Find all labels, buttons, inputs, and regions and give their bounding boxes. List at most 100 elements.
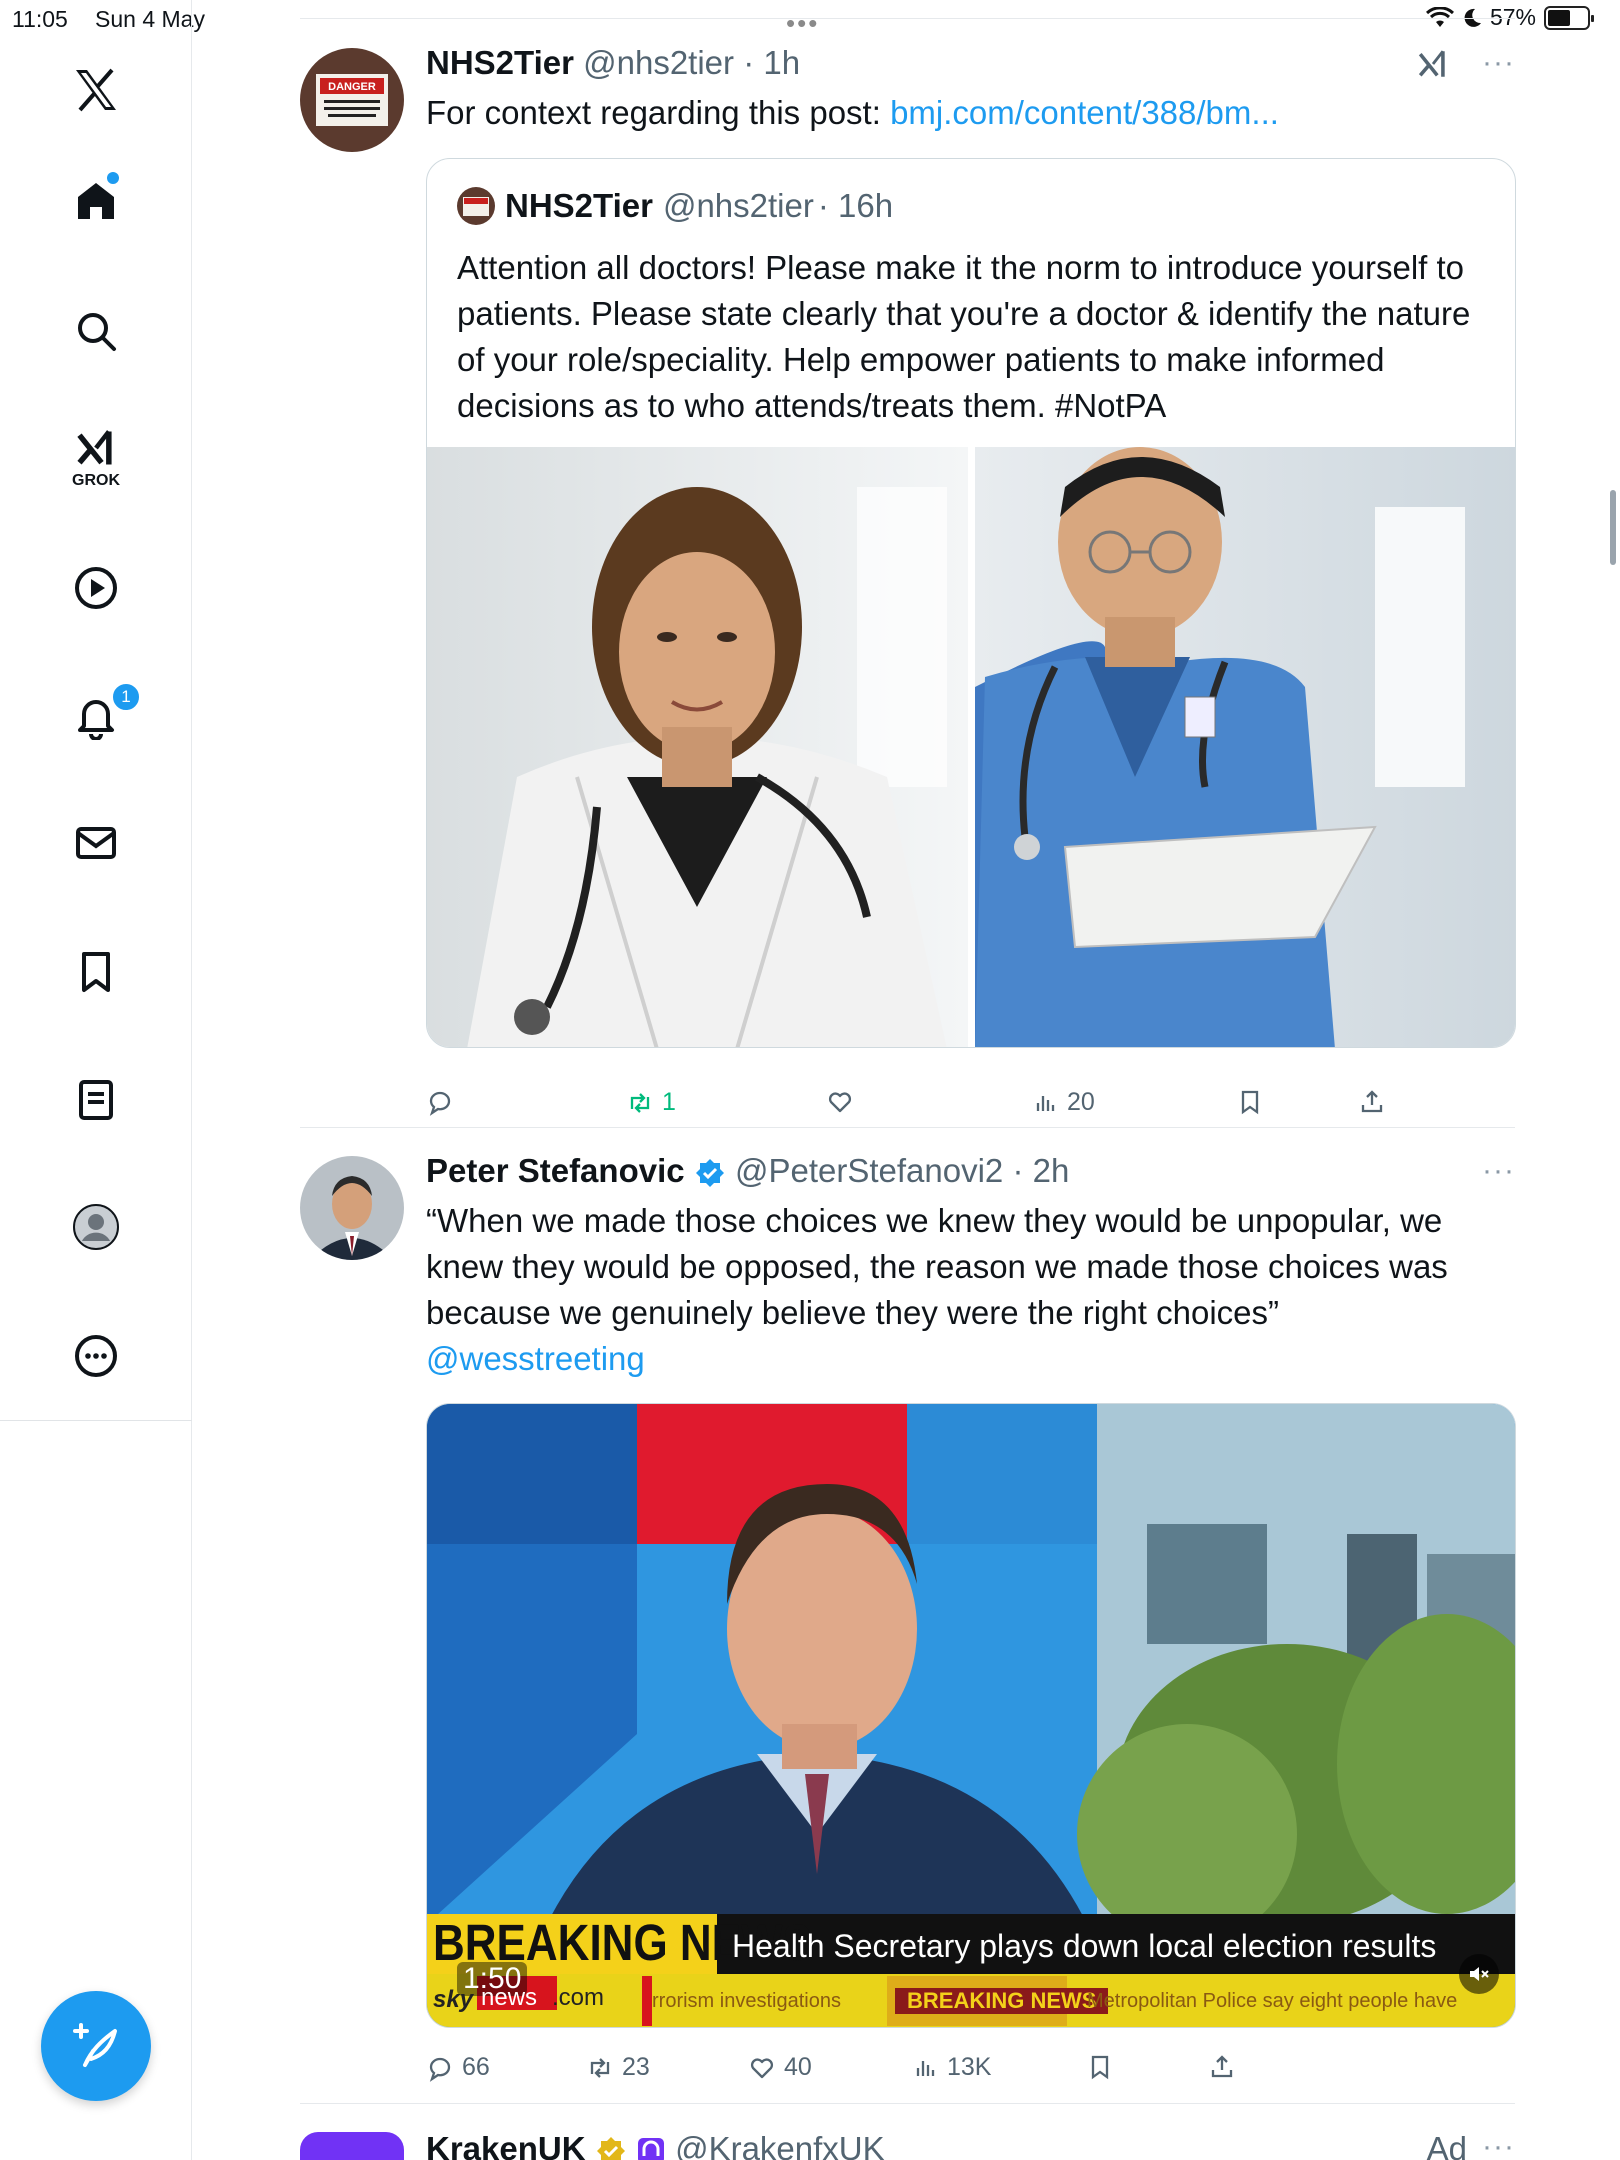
views-icon (1036, 1095, 1055, 1111)
mute-icon (1470, 1967, 1489, 1981)
doctor-female-image (427, 447, 968, 1047)
mute-button[interactable] (1459, 1954, 1499, 1994)
reply-icon (429, 2057, 451, 2082)
sidebar-item-profile[interactable] (50, 1181, 142, 1273)
tweet-nhs2tier[interactable]: DANGER NHS2Tier @nhs2tier · 1h ··· For c… (300, 40, 1516, 1130)
quoted-tweet[interactable]: NHS2Tier @nhs2tier · 16h Attention all d… (426, 158, 1516, 1048)
tweet-time[interactable]: · 1h (743, 44, 800, 81)
list-icon (79, 1080, 113, 1120)
sidebar-item-grok[interactable]: GROK (50, 412, 142, 504)
sidebar-item-more[interactable] (50, 1310, 142, 1402)
tweet-divider (300, 1127, 1515, 1128)
profile-icon (73, 1204, 119, 1250)
share-button[interactable] (1208, 2053, 1236, 2081)
quote-time: · 16h (817, 187, 894, 224)
repost-icon (590, 2057, 610, 2078)
more-options-icon[interactable]: ··· (1482, 1154, 1515, 1188)
quote-avatar (457, 187, 495, 225)
more-options-icon[interactable]: ··· (1482, 2130, 1515, 2160)
author-handle[interactable]: @KrakenfxUK (675, 2130, 885, 2160)
tweet-link[interactable]: bmj.com/content/388/bm... (890, 94, 1279, 131)
tweet-text-body: “When we made those choices we knew they… (426, 1202, 1448, 1331)
like-button[interactable] (826, 1088, 862, 1116)
mention-link[interactable]: @wesstreeting (426, 1340, 645, 1377)
avatar[interactable] (300, 1156, 404, 1260)
like-button[interactable]: 40 (748, 2053, 812, 2082)
kraken-avatar[interactable] (300, 2132, 404, 2160)
kraken-affiliate-icon (637, 2138, 664, 2160)
grok-icon (77, 430, 112, 465)
repost-button[interactable]: 1 (626, 1088, 676, 1117)
quote-author-name: NHS2Tier (505, 187, 653, 224)
bookmark-button[interactable] (1086, 2053, 1114, 2081)
sidebar-item-video[interactable] (50, 542, 142, 634)
tweet-actions: 66 23 40 13K (426, 2053, 1516, 2093)
bookmark-icon (1241, 1090, 1259, 1115)
like-count: 40 (784, 2053, 812, 2081)
ad-label: Ad (1426, 2130, 1467, 2160)
status-bar: 11:05 Sun 4 May ••• 57% (0, 0, 1620, 40)
feed-scrollbar[interactable] (1610, 490, 1616, 565)
repost-count: 1 (662, 1088, 676, 1116)
share-icon (1361, 1090, 1383, 1113)
reply-count: 66 (462, 2053, 490, 2081)
author-name[interactable]: NHS2Tier (426, 44, 574, 81)
home-icon (78, 183, 114, 219)
heart-icon (750, 2057, 774, 2078)
video-player[interactable]: BREAKING NEWS Health Secretary plays dow… (426, 1403, 1516, 2028)
sidebar-item-search[interactable] (50, 285, 142, 377)
sidebar-item-messages[interactable] (50, 797, 142, 889)
tweet-actions: 1 20 (426, 1088, 1516, 1128)
share-button[interactable] (1358, 1088, 1386, 1116)
multitasking-dots-icon[interactable]: ••• (786, 8, 819, 39)
sidebar-item-x-logo[interactable] (50, 44, 142, 136)
danger-sign-avatar-image: DANGER (300, 48, 404, 152)
bookmark-button[interactable] (1236, 1088, 1264, 1116)
verified-badge-icon (695, 1159, 724, 1188)
more-options-icon[interactable]: ··· (1482, 46, 1515, 80)
compose-plus-icon (73, 2023, 117, 2067)
doctor-male-image (975, 447, 1515, 1047)
tweet-header: KrakenUK @KrakenfxUK (426, 2130, 885, 2160)
tweet-header: Peter Stefanovic @PeterStefanovi2 · 2h (426, 1152, 1069, 1190)
quote-image-doctor-female[interactable] (427, 447, 968, 1047)
quote-header: NHS2Tier @nhs2tier · 16h (457, 187, 893, 225)
tweet-krakenuk-ad[interactable]: KrakenUK @KrakenfxUK Ad ··· (300, 2120, 1515, 2160)
reply-button[interactable] (426, 1088, 462, 1116)
share-icon (1211, 2055, 1233, 2078)
repost-count: 23 (622, 2053, 650, 2081)
avatar[interactable]: DANGER (300, 48, 404, 152)
tweet-text-body: For context regarding this post: (426, 94, 891, 131)
heart-icon (828, 1092, 852, 1113)
reply-button[interactable]: 66 (426, 2053, 490, 2082)
views-button[interactable]: 20 (1031, 1088, 1095, 1117)
tweet-header: NHS2Tier @nhs2tier · 1h (426, 44, 800, 82)
sidebar-item-lists[interactable] (50, 1054, 142, 1146)
sidebar-item-bookmarks[interactable] (50, 926, 142, 1018)
sidebar-item-home[interactable] (50, 155, 142, 247)
repost-button[interactable]: 23 (586, 2053, 650, 2082)
sidebar-divider (0, 1420, 192, 1421)
quote-image-doctor-male[interactable] (975, 447, 1515, 1047)
bookmark-icon (82, 952, 110, 992)
tweet-time[interactable]: · 2h (1012, 1152, 1069, 1189)
sidebar-item-notifications[interactable]: 1 (50, 670, 142, 762)
tweet-text: For context regarding this post: bmj.com… (426, 90, 1516, 136)
battery-fill (1548, 9, 1570, 26)
compose-button[interactable] (41, 1991, 151, 2101)
reply-icon (429, 1091, 451, 1116)
tweet-peter-stefanovic[interactable]: Peter Stefanovic @PeterStefanovi2 · 2h ·… (300, 1148, 1516, 2108)
author-handle[interactable]: @nhs2tier (583, 44, 734, 81)
mail-icon (76, 827, 116, 859)
grok-explain-icon[interactable] (1416, 46, 1450, 82)
author-name[interactable]: KrakenUK (426, 2130, 586, 2160)
search-icon (78, 313, 116, 351)
video-play-icon (75, 567, 117, 609)
more-circle-icon (75, 1335, 117, 1377)
views-button[interactable]: 13K (911, 2053, 991, 2082)
author-handle[interactable]: @PeterStefanovi2 (735, 1152, 1003, 1189)
sidebar: GROK 1 (0, 0, 192, 2160)
author-name[interactable]: Peter Stefanovic (426, 1152, 685, 1189)
x-logo-icon (76, 68, 116, 112)
avatar-danger-text: DANGER (328, 81, 376, 93)
